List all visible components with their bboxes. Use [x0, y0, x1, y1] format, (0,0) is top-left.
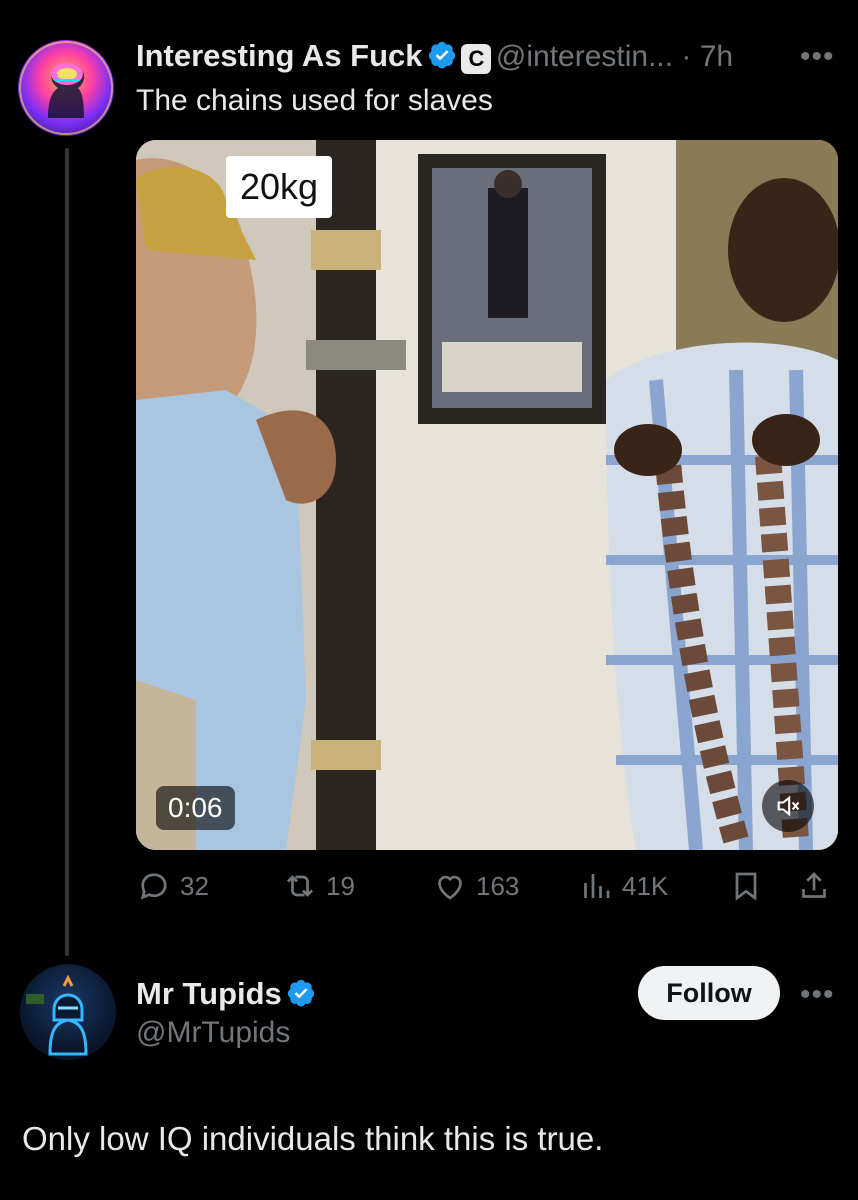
repost-action[interactable]: 19 [282, 868, 355, 904]
more-options-icon[interactable]: ••• [800, 40, 835, 74]
author-name[interactable]: Interesting As Fuck [136, 38, 423, 73]
speaker-muted-icon [777, 795, 800, 817]
video-timestamp: 0:06 [156, 786, 235, 830]
video-caption-overlay: 20kg [226, 156, 333, 218]
share-icon [802, 872, 826, 898]
reply-author-name[interactable]: Mr Tupids [136, 976, 282, 1011]
reply-author-avatar[interactable] [20, 964, 116, 1060]
video-player[interactable] [136, 140, 838, 850]
like-count: 163 [476, 870, 520, 901]
brain-head-icon [19, 41, 113, 135]
reply-count: 32 [180, 870, 209, 901]
author-avatar[interactable] [18, 40, 114, 136]
mute-button[interactable] [762, 780, 814, 832]
heart-icon [438, 875, 462, 900]
more-options-icon[interactable]: ••• [800, 978, 835, 1012]
reply-header: Mr Tupids [136, 976, 316, 1012]
views-chart-icon [584, 874, 610, 898]
tweet-header: Interesting As Fuck C @interestin... · 7… [136, 38, 733, 74]
reply-handle[interactable]: @MrTupids [136, 1016, 290, 1050]
tweet-text: The chains used for slaves [136, 84, 493, 117]
views-action[interactable]: 41K [578, 868, 668, 904]
affiliate-badge[interactable]: C [461, 44, 492, 74]
repost-count: 19 [326, 870, 355, 901]
reply-action[interactable]: 32 [136, 868, 209, 904]
follow-button[interactable]: Follow [638, 966, 780, 1020]
reply-icon [140, 873, 167, 900]
share-button[interactable] [796, 868, 832, 904]
verified-badge-icon[interactable] [286, 978, 316, 1008]
video-frame [136, 140, 838, 850]
bookmark-icon [735, 872, 757, 901]
thread-line [65, 148, 69, 956]
repost-icon [287, 875, 313, 897]
views-count: 41K [622, 870, 669, 901]
bookmark-button[interactable] [728, 868, 764, 904]
neon-knight-icon [26, 974, 88, 1056]
handle-and-time[interactable]: @interestin... · 7h [496, 40, 733, 73]
like-action[interactable]: 163 [432, 868, 519, 904]
verified-badge-icon[interactable] [427, 40, 457, 70]
reply-text: Only low IQ individuals think this is tr… [22, 1120, 604, 1157]
